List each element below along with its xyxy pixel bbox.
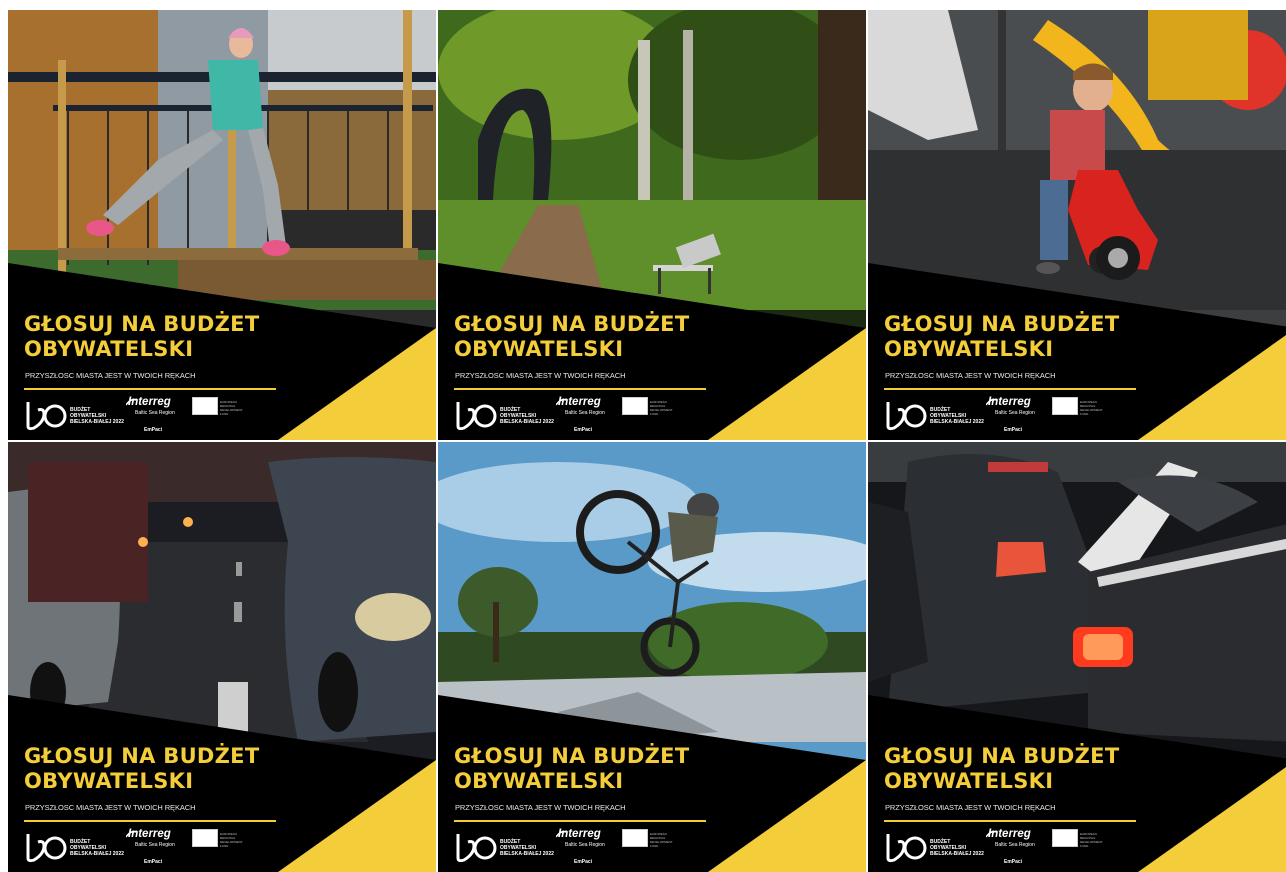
interreg-region: Baltic Sea Region <box>995 842 1035 848</box>
subtitle: PRZYSZŁOSC MIASTA JEST W TWOICH RĘKACH <box>885 371 1056 380</box>
interreg-region: Baltic Sea Region <box>565 842 605 848</box>
eu-fund-text: EUROPEAN REGIONAL DEVELOPMENT FUND <box>220 832 243 848</box>
poster-tile-toy-motorbike: GŁOSUJ NA BUDŻET OBYWATELSKI PRZYSZŁOSC … <box>868 10 1286 440</box>
poster-tile-park: GŁOSUJ NA BUDŻET OBYWATELSKI PRZYSZŁOSC … <box>438 10 866 440</box>
interreg-logo: Interreg <box>128 828 171 840</box>
bo-logo-text: BUDŻET OBYWATELSKI BIELSKA-BIAŁEJ 2022 <box>70 839 124 857</box>
eu-flag-icon <box>622 829 648 847</box>
bo-logo-text: BUDŻET OBYWATELSKI BIELSKA-BIAŁEJ 2022 <box>500 407 554 425</box>
eu-fund-text: EUROPEAN REGIONAL DEVELOPMENT FUND <box>650 400 673 416</box>
divider <box>454 820 706 822</box>
eu-fund-text: EUROPEAN REGIONAL DEVELOPMENT FUND <box>1080 400 1103 416</box>
headline: GŁOSUJ NA BUDŻET OBYWATELSKI <box>884 744 1120 793</box>
headline: GŁOSUJ NA BUDŻET OBYWATELSKI <box>884 312 1120 361</box>
interreg-logo: Interreg <box>988 396 1031 408</box>
eu-flag-icon <box>622 397 648 415</box>
project-name: EmPaci <box>1004 859 1023 865</box>
headline: GŁOSUJ NA BUDŻET OBYWATELSKI <box>24 312 260 361</box>
eu-flag-icon <box>192 829 218 847</box>
budzet-obywatelski-logo-icon <box>26 834 67 863</box>
eu-flag-icon <box>1052 829 1078 847</box>
subtitle: PRZYSZŁOSC MIASTA JEST W TWOICH RĘKACH <box>25 803 196 812</box>
bo-logo-text: BUDŻET OBYWATELSKI BIELSKA-BIAŁEJ 2022 <box>70 407 124 425</box>
subtitle: PRZYSZŁOSC MIASTA JEST W TWOICH RĘKACH <box>25 371 196 380</box>
budzet-obywatelski-logo-icon <box>456 834 497 863</box>
eu-fund-text: EUROPEAN REGIONAL DEVELOPMENT FUND <box>220 400 243 416</box>
subtitle: PRZYSZŁOSC MIASTA JEST W TWOICH RĘKACH <box>885 803 1056 812</box>
divider <box>24 820 276 822</box>
headline: GŁOSUJ NA BUDŻET OBYWATELSKI <box>454 312 690 361</box>
poster-tile-car-taillights: GŁOSUJ NA BUDŻET OBYWATELSKI PRZYSZŁOSC … <box>868 442 1286 872</box>
subtitle: PRZYSZŁOSC MIASTA JEST W TWOICH RĘKACH <box>455 803 626 812</box>
headline: GŁOSUJ NA BUDŻET OBYWATELSKI <box>454 744 690 793</box>
eu-fund-text: EUROPEAN REGIONAL DEVELOPMENT FUND <box>650 832 673 848</box>
divider <box>24 388 276 390</box>
project-name: EmPaci <box>144 859 163 865</box>
interreg-region: Baltic Sea Region <box>565 410 605 416</box>
poster-tile-skatepark: GŁOSUJ NA BUDŻET OBYWATELSKI PRZYSZŁOSC … <box>438 442 866 872</box>
eu-flag-icon <box>1052 397 1078 415</box>
interreg-logo: Interreg <box>558 828 601 840</box>
budzet-obywatelski-logo-icon <box>886 402 927 431</box>
budzet-obywatelski-logo-icon <box>886 834 927 863</box>
eu-fund-text: EUROPEAN REGIONAL DEVELOPMENT FUND <box>1080 832 1103 848</box>
divider <box>884 820 1136 822</box>
poster-tile-playground: GŁOSUJ NA BUDŻET OBYWATELSKI PRZYSZŁOSC … <box>8 10 436 440</box>
project-name: EmPaci <box>144 427 163 433</box>
interreg-logo: Interreg <box>128 396 171 408</box>
eu-flag-icon <box>192 397 218 415</box>
headline: GŁOSUJ NA BUDŻET OBYWATELSKI <box>24 744 260 793</box>
interreg-region: Baltic Sea Region <box>135 410 175 416</box>
bo-logo-text: BUDŻET OBYWATELSKI BIELSKA-BIAŁEJ 2022 <box>930 839 984 857</box>
interreg-region: Baltic Sea Region <box>135 842 175 848</box>
project-name: EmPaci <box>574 859 593 865</box>
budzet-obywatelski-logo-icon <box>26 402 67 431</box>
bo-logo-text: BUDŻET OBYWATELSKI BIELSKA-BIAŁEJ 2022 <box>930 407 984 425</box>
project-name: EmPaci <box>1004 427 1023 433</box>
interreg-region: Baltic Sea Region <box>995 410 1035 416</box>
budzet-obywatelski-logo-icon <box>456 402 497 431</box>
poster-tile-street-traffic: GŁOSUJ NA BUDŻET OBYWATELSKI PRZYSZŁOSC … <box>8 442 436 872</box>
subtitle: PRZYSZŁOSC MIASTA JEST W TWOICH RĘKACH <box>455 371 626 380</box>
poster-grid: GŁOSUJ NA BUDŻET OBYWATELSKI PRZYSZŁOSC … <box>8 10 1286 872</box>
interreg-logo: Interreg <box>988 828 1031 840</box>
divider <box>454 388 706 390</box>
divider <box>884 388 1136 390</box>
bo-logo-text: BUDŻET OBYWATELSKI BIELSKA-BIAŁEJ 2022 <box>500 839 554 857</box>
interreg-logo: Interreg <box>558 396 601 408</box>
project-name: EmPaci <box>574 427 593 433</box>
